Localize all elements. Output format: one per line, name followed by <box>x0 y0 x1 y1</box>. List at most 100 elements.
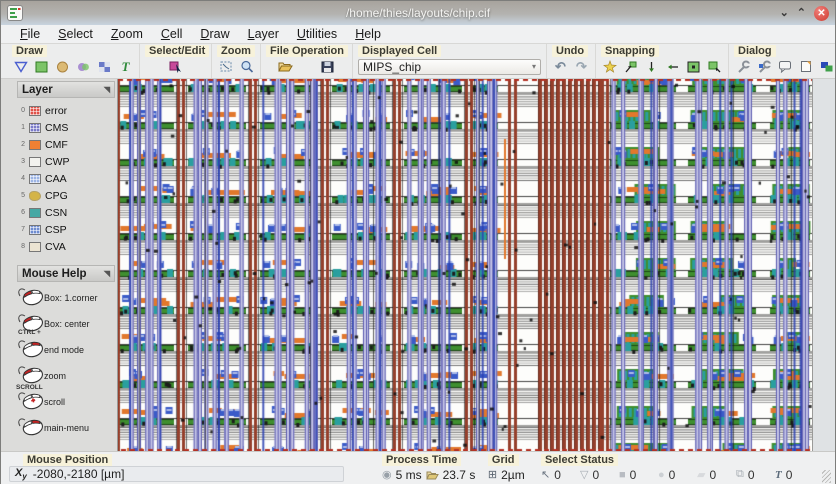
process-time-section: Process Time ◉ 5 ms 23.7 s <box>382 454 478 483</box>
layer-panel-header[interactable]: Layer ◥ <box>17 81 115 98</box>
selected-count-box: ■ 0 <box>618 467 637 482</box>
layer-swatch[interactable] <box>29 241 41 252</box>
menu-file[interactable]: File <box>11 26 49 42</box>
cpu-time-value: 5 ms <box>395 467 422 482</box>
select-edit-icon[interactable] <box>167 59 184 74</box>
menu-cell[interactable]: Cell <box>152 26 192 42</box>
mouse-left-button-icon <box>17 284 47 312</box>
cpu-time-icon: ◉ <box>382 469 392 481</box>
snap-horizontal-icon[interactable] <box>664 59 681 74</box>
toolbar-group-displayed-cell: Displayed Cell MIPS_chip ▾ <box>353 44 547 78</box>
circle-tool-icon[interactable] <box>54 59 71 74</box>
xy-icon: Xy <box>15 466 27 482</box>
layer-swatch[interactable] <box>29 156 41 167</box>
layer-swatch[interactable] <box>29 173 41 184</box>
layer-swatch[interactable] <box>29 190 41 201</box>
toolbar-group-snapping: Snapping <box>596 44 729 78</box>
selected-count-polygon: ▽ 0 <box>579 467 600 482</box>
menu-help[interactable]: Help <box>346 26 390 42</box>
instance-tool-icon[interactable] <box>96 59 113 74</box>
snap-edge-icon[interactable] <box>622 59 639 74</box>
maximize-icon[interactable]: ⌃ <box>797 7 806 19</box>
mouse-position-section: Mouse Position Xy -2080,-2180 [µm] <box>9 454 344 483</box>
group-label-zoom: Zoom <box>217 45 255 57</box>
toolbar-group-draw: Draw T <box>7 44 140 78</box>
tech-wrench-icon[interactable] <box>755 59 772 74</box>
float-panel-icon[interactable]: ◥ <box>104 269 110 278</box>
process-time-label: Process Time <box>382 454 462 466</box>
group-label-draw: Draw <box>12 45 47 57</box>
window-title: /home/thies/layouts/chip.cif <box>345 6 491 20</box>
redo-icon[interactable]: ↷ <box>573 59 590 74</box>
layer-row-caa[interactable]: 4 CAA <box>17 170 115 187</box>
instance-icon: ⧉ <box>735 468 744 480</box>
text-tool-icon[interactable]: T <box>117 59 134 74</box>
group-label-snapping: Snapping <box>601 45 660 57</box>
mouse-help-item: end mode <box>17 337 115 363</box>
layer-swatch[interactable] <box>29 207 41 218</box>
select-arrow-icon: ↖ <box>540 469 551 481</box>
close-icon[interactable]: ✕ <box>814 5 829 21</box>
mouse-help-header[interactable]: Mouse Help ◥ <box>17 265 115 282</box>
layer-row-csn[interactable]: 6 CSN <box>17 204 115 221</box>
menu-zoom[interactable]: Zoom <box>102 26 152 42</box>
polygon-tool-icon[interactable] <box>12 59 29 74</box>
displayed-cell-combo[interactable]: MIPS_chip ▾ <box>358 58 541 75</box>
mouse-help-item: Box: 1.corner <box>17 285 115 311</box>
toolbar-group-dialog: Dialog <box>729 44 836 78</box>
mouse-position-value: -2080,-2180 [µm] <box>32 467 125 481</box>
undo-icon[interactable]: ↶ <box>552 59 569 74</box>
dock-area: Layer ◥ 0 error 1 CMS 2 CMF 3 CWP 4 CAA 5 CPG … <box>1 79 117 451</box>
selected-count-instance: ⧉ 0 <box>735 467 755 482</box>
toolbar-group-file-operation: File Operation <box>261 44 353 78</box>
resize-grip[interactable] <box>821 470 831 483</box>
mouse-help-title: Mouse Help <box>22 267 87 280</box>
selected-count-text: T0 <box>774 467 793 482</box>
layer-row-cmf[interactable]: 2 CMF <box>17 136 115 153</box>
box-icon: ■ <box>618 468 626 481</box>
layer-row-error[interactable]: 0 error <box>17 102 115 119</box>
select-status-label: Select Status <box>540 454 619 466</box>
notes-page-icon[interactable] <box>797 59 814 74</box>
snap-vertical-icon[interactable] <box>643 59 660 74</box>
snap-center-icon[interactable] <box>685 59 702 74</box>
layer-row-cms[interactable]: 1 CMS <box>17 119 115 136</box>
chevron-down-icon: ▾ <box>531 62 536 71</box>
snap-corner-icon[interactable] <box>706 59 723 74</box>
layer-swatch[interactable] <box>29 139 41 150</box>
menu-draw[interactable]: Draw <box>191 26 238 42</box>
window-margin <box>813 79 835 451</box>
box-tool-icon[interactable] <box>33 59 50 74</box>
dialog-bubble-icon[interactable] <box>776 59 793 74</box>
app-window: /home/thies/layouts/chip.cif ⌄ ⌃ ✕ File … <box>0 0 836 484</box>
layer-row-cwp[interactable]: 3 CWP <box>17 153 115 170</box>
mouse-help-item: main-menu <box>17 415 115 441</box>
minimize-icon[interactable]: ⌄ <box>780 7 789 19</box>
layer-row-cpg[interactable]: 5 CPG <box>17 187 115 204</box>
layer-swatch[interactable] <box>29 224 41 235</box>
layer-swatch[interactable] <box>29 105 41 116</box>
save-file-icon[interactable] <box>319 59 336 74</box>
menu-select[interactable]: Select <box>49 26 102 42</box>
path-tool-icon[interactable] <box>75 59 92 74</box>
menu-utilities[interactable]: Utilities <box>288 26 346 42</box>
mouse-help-list: Box: 1.corner CTRL + Box: center end mode… <box>16 282 115 444</box>
setup-wrench-icon[interactable] <box>734 59 751 74</box>
titlebar[interactable]: /home/thies/layouts/chip.cif ⌄ ⌃ ✕ <box>1 1 835 25</box>
mouse-help-item: SCROLL scroll <box>16 384 115 415</box>
toolbar-group-select-edit: Select/Edit <box>140 44 212 78</box>
layer-row-csp[interactable]: 7 CSP <box>17 221 115 238</box>
grid-label: Grid <box>487 454 519 466</box>
layer-swatch[interactable] <box>29 122 41 133</box>
layout-canvas[interactable] <box>117 79 813 451</box>
main-area: Layer ◥ 0 error 1 CMS 2 CMF 3 CWP 4 CAA 5 CPG … <box>1 79 835 451</box>
layer-colors-icon[interactable] <box>818 59 835 74</box>
zoom-fit-icon[interactable] <box>217 59 234 74</box>
menu-layer[interactable]: Layer <box>239 26 288 42</box>
layer-row-cva[interactable]: 8 CVA <box>17 238 115 255</box>
snap-any-icon[interactable] <box>601 59 618 74</box>
zoom-magnifier-icon[interactable] <box>238 59 255 74</box>
float-panel-icon[interactable]: ◥ <box>104 85 110 94</box>
open-file-icon[interactable] <box>277 59 294 74</box>
displayed-cell-value: MIPS_chip <box>363 59 422 74</box>
